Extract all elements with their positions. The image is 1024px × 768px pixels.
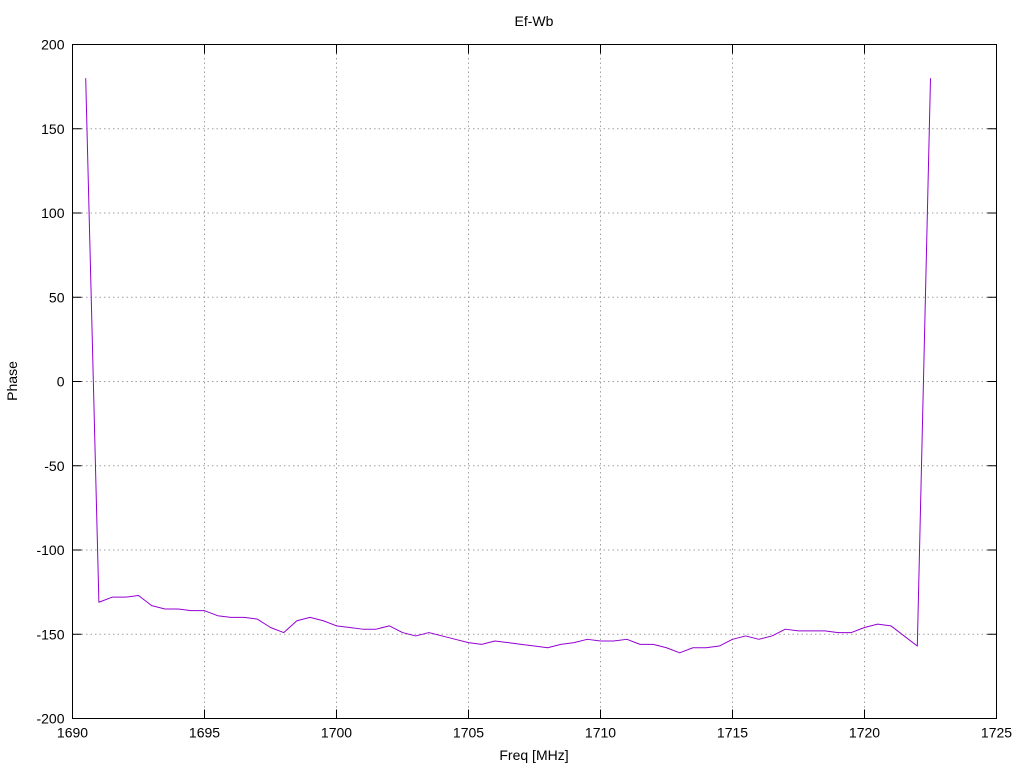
grid (72, 44, 997, 719)
x-tick-label: 1720 (849, 725, 880, 741)
y-tick-label: 0 (57, 374, 65, 390)
y-tick-label: 100 (41, 205, 65, 221)
y-tick-label: 200 (41, 37, 65, 53)
y-tick-label: -200 (36, 711, 64, 727)
y-axis-label: Phase (4, 361, 20, 401)
x-tick-label: 1695 (189, 725, 220, 741)
phase-series-line (85, 78, 931, 654)
x-tick-label: 1690 (57, 725, 88, 741)
x-axis-label: Freq [MHz] (499, 747, 568, 763)
x-tick-label: 1705 (453, 725, 484, 741)
y-tick-label: 150 (41, 121, 65, 137)
axis-ticks (72, 44, 997, 719)
y-tick-label: -50 (44, 458, 64, 474)
x-tick-label: 1710 (585, 725, 616, 741)
series-layer (85, 78, 931, 654)
chart-title: Ef-Wb (515, 13, 554, 29)
x-tick-label: 1715 (717, 725, 748, 741)
y-tick-label: -150 (36, 626, 64, 642)
x-tick-label: 1700 (321, 725, 352, 741)
plot-frame (72, 44, 997, 719)
tick-labels: 1690 1695 1700 1705 1710 1715 1720 1725 -200 -150… (36, 37, 1012, 741)
x-tick-label: 1725 (981, 725, 1012, 741)
y-tick-label: -100 (36, 542, 64, 558)
phase-chart: 1690 1695 1700 1705 1710 1715 1720 1725 -200 -150… (4, 13, 1012, 763)
y-tick-label: 50 (49, 289, 65, 305)
